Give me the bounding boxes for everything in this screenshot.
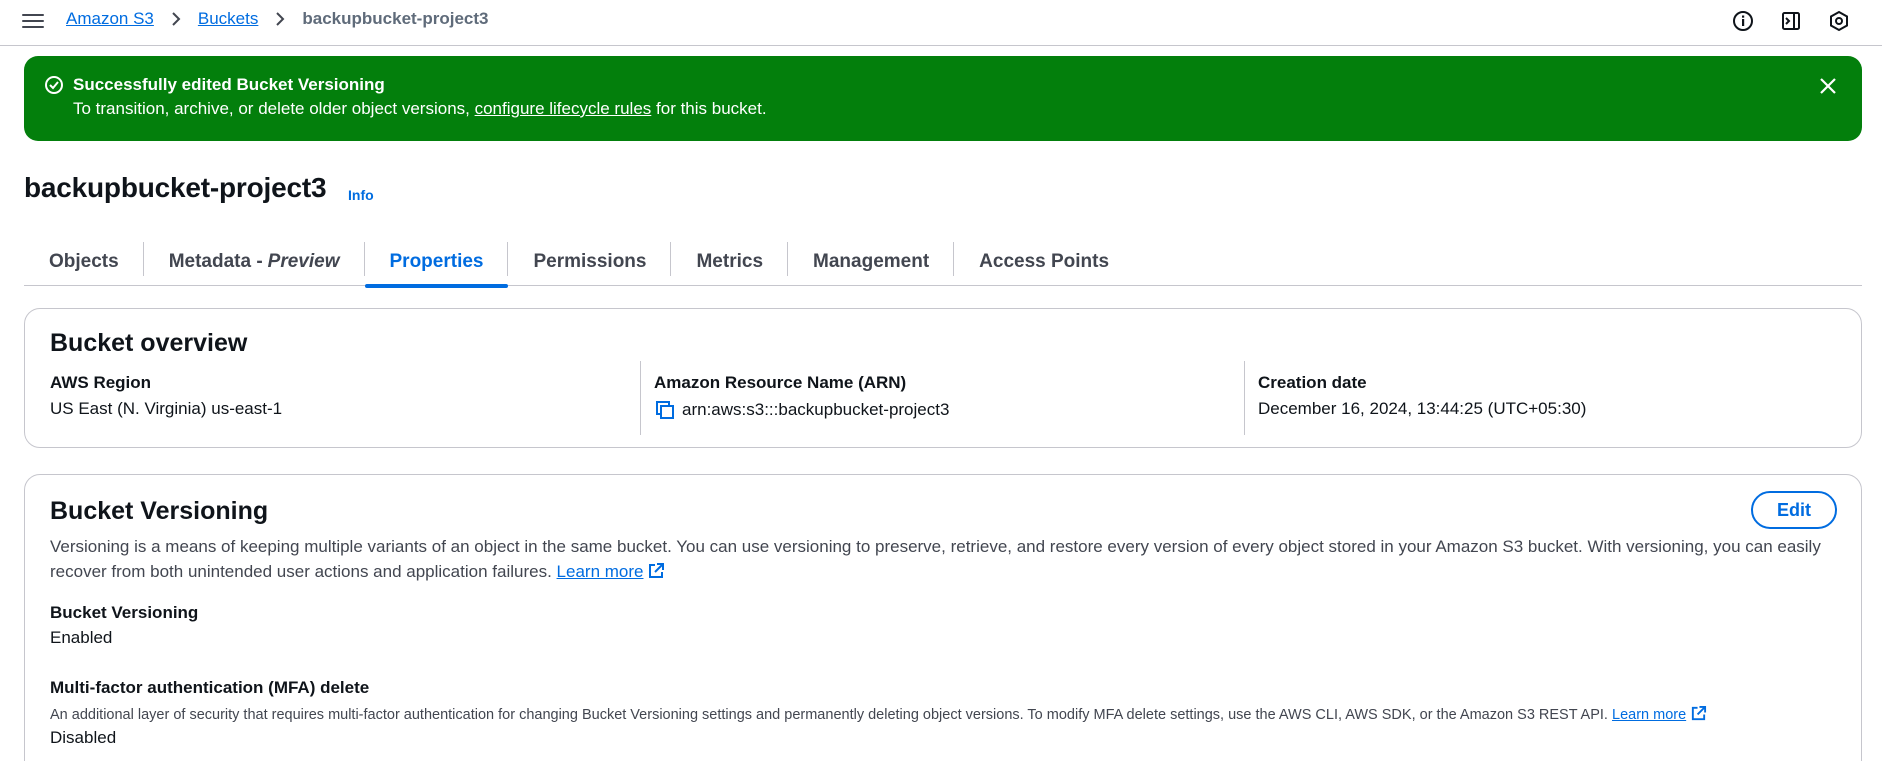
mfa-delete-description: An additional layer of security that req… <box>50 705 1707 726</box>
section-heading: Bucket overview <box>50 329 248 357</box>
mfa-learn-more-link[interactable]: Learn more <box>1612 707 1686 723</box>
tab-management[interactable]: Management <box>788 238 955 286</box>
tab-label: Permissions <box>533 251 647 272</box>
learn-more-link[interactable]: Learn more <box>557 562 644 581</box>
creation-date-value: December 16, 2024, 13:44:25 (UTC+05:30) <box>1258 399 1587 418</box>
versioning-status-label: Bucket Versioning <box>50 603 199 622</box>
configure-lifecycle-rules-link[interactable]: configure lifecycle rules <box>475 99 652 118</box>
tab-label-suffix: Preview <box>267 251 340 272</box>
bucket-versioning-container: Bucket Versioning Edit Versioning is a m… <box>24 474 1862 761</box>
section-heading: Bucket Versioning <box>50 497 269 525</box>
versioning-description: Versioning is a means of keeping multipl… <box>50 534 1840 587</box>
arn-field: Amazon Resource Name (ARN) arn:aws:s3:::… <box>640 361 1244 435</box>
flash-body-text: To transition, archive, or delete older … <box>73 99 475 118</box>
region-value: US East (N. Virginia) us-east-1 <box>50 399 283 418</box>
bucket-tabs: Objects Metadata - Preview Properties Per… <box>24 238 1862 288</box>
mfa-delete-label: Multi-factor authentication (MFA) delete <box>50 678 370 697</box>
tab-label: Metrics <box>696 251 764 272</box>
success-flash-banner: Successfully edited Bucket Versioning To… <box>24 56 1862 141</box>
tab-objects[interactable]: Objects <box>24 238 144 286</box>
region-field: AWS Region US East (N. Virginia) us-east… <box>50 361 640 435</box>
arn-value: arn:aws:s3:::backupbucket-project3 <box>682 400 950 419</box>
tab-properties[interactable]: Properties <box>364 238 509 288</box>
breadcrumb-current: backupbucket-project3 <box>302 9 489 28</box>
top-navigation-bar: Amazon S3 Buckets backupbucket-project3 <box>0 0 1882 46</box>
tab-label: Management <box>813 251 930 272</box>
mfa-delete-value: Disabled <box>50 728 117 747</box>
arn-value-row: arn:aws:s3:::backupbucket-project3 <box>654 399 1244 421</box>
flash-body-suffix: for this bucket. <box>651 99 767 118</box>
versioning-description-text: Versioning is a means of keeping multipl… <box>50 537 1821 581</box>
settings-shield-icon[interactable] <box>1826 8 1852 34</box>
edit-button[interactable]: Edit <box>1751 491 1837 529</box>
versioning-status-value: Enabled <box>50 628 113 647</box>
tab-label: Metadata - <box>168 251 263 272</box>
breadcrumb-amazon-s3-link[interactable]: Amazon S3 <box>66 9 154 29</box>
success-check-icon <box>44 75 64 100</box>
chevron-right-icon <box>274 10 286 28</box>
tab-label: Objects <box>49 251 119 272</box>
mfa-description-text: An additional layer of security that req… <box>50 707 1608 723</box>
breadcrumb: Amazon S3 Buckets backupbucket-project3 <box>66 9 488 29</box>
tab-access-points[interactable]: Access Points <box>954 238 1134 286</box>
page-title: backupbucket-project3 <box>24 172 327 203</box>
chevron-right-icon <box>170 10 182 28</box>
top-utility-icons <box>1730 8 1852 34</box>
tab-label: Access Points <box>979 251 1110 272</box>
bucket-overview-container: Bucket overview AWS Region US East (N. V… <box>24 308 1862 448</box>
creation-date-label: Creation date <box>1258 373 1367 392</box>
tab-permissions[interactable]: Permissions <box>508 238 672 286</box>
region-label: AWS Region <box>50 373 152 392</box>
tab-metadata[interactable]: Metadata - Preview <box>144 238 365 286</box>
close-icon[interactable] <box>1816 74 1840 98</box>
flash-title: Successfully edited Bucket Versioning <box>73 75 385 94</box>
tab-metrics[interactable]: Metrics <box>671 238 789 286</box>
arn-label: Amazon Resource Name (ARN) <box>654 373 907 392</box>
flash-body: To transition, archive, or delete older … <box>73 99 767 119</box>
copy-icon[interactable] <box>654 399 676 421</box>
side-panel-icon[interactable] <box>1778 8 1804 34</box>
breadcrumb-buckets-link[interactable]: Buckets <box>198 9 258 29</box>
menu-hamburger-icon[interactable] <box>22 10 44 32</box>
external-link-icon[interactable] <box>1690 705 1707 726</box>
info-link[interactable]: Info <box>348 187 374 203</box>
info-circle-icon[interactable] <box>1730 8 1756 34</box>
external-link-icon[interactable] <box>647 562 665 587</box>
tab-label: Properties <box>389 251 484 272</box>
creation-date-field: Creation date December 16, 2024, 13:44:2… <box>1244 361 1834 435</box>
